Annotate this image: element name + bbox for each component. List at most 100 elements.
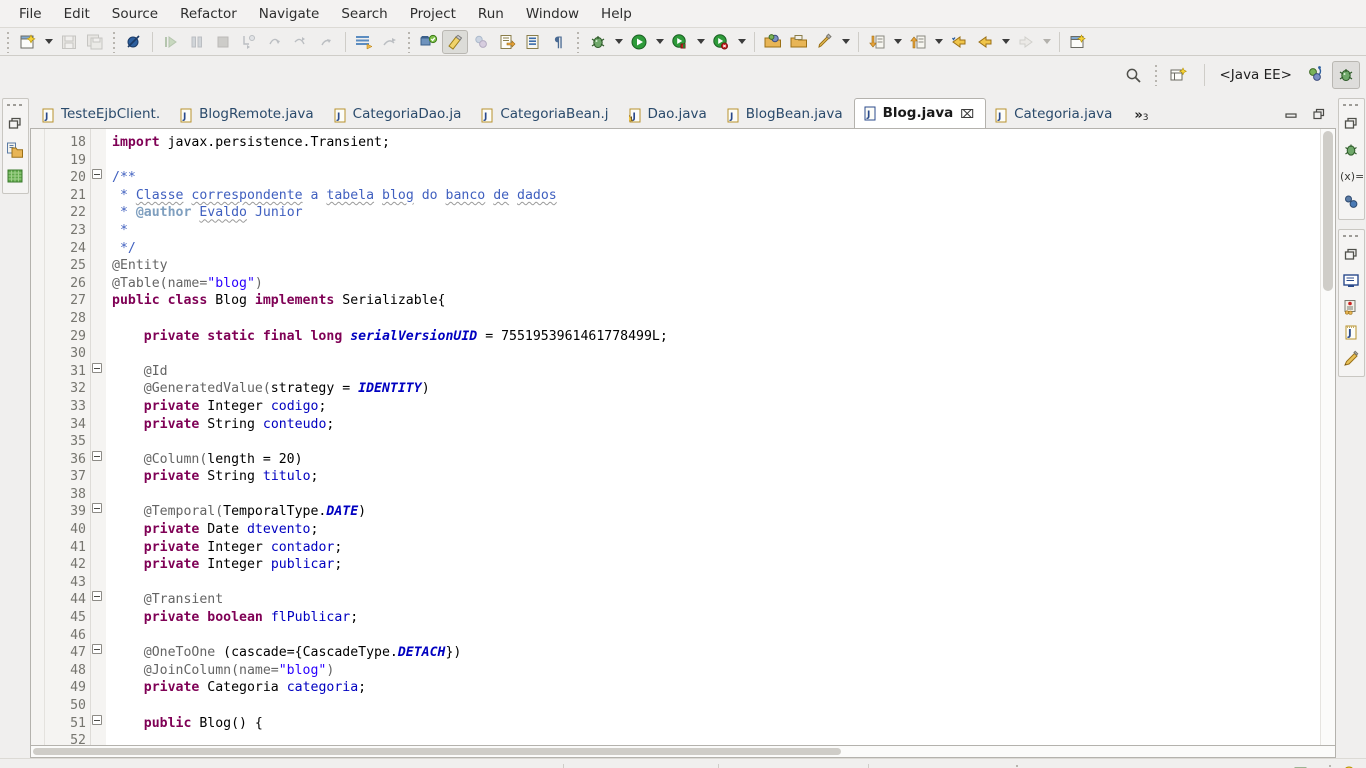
code-line[interactable]: private Integer codigo; bbox=[112, 398, 1320, 416]
back-dropdown-arrow[interactable] bbox=[998, 30, 1013, 54]
code-line[interactable]: private Integer publicar; bbox=[112, 556, 1320, 574]
code-line[interactable] bbox=[112, 486, 1320, 504]
code-line[interactable] bbox=[112, 697, 1320, 715]
debug-perspective-icon[interactable] bbox=[1332, 61, 1360, 89]
code-line[interactable]: * bbox=[112, 222, 1320, 240]
toggle-mark-occurrences-icon[interactable] bbox=[351, 30, 377, 54]
menu-item-navigate[interactable]: Navigate bbox=[248, 3, 331, 25]
last-edit-location-icon[interactable] bbox=[946, 30, 972, 54]
code-line[interactable]: @Id bbox=[112, 363, 1320, 381]
menu-item-help[interactable]: Help bbox=[590, 3, 643, 25]
menu-item-run[interactable]: Run bbox=[467, 3, 515, 25]
code-line[interactable] bbox=[112, 574, 1320, 592]
minimize-editor-icon[interactable] bbox=[1284, 107, 1298, 121]
next-annotation-icon[interactable] bbox=[864, 30, 890, 54]
fold-collapse-icon[interactable] bbox=[91, 503, 106, 521]
code-line[interactable]: @Table(name="blog") bbox=[112, 275, 1320, 293]
toggle-breadcrumb-icon[interactable] bbox=[442, 29, 468, 54]
open-file-icon[interactable] bbox=[786, 30, 812, 54]
code-line[interactable]: @GeneratedValue(strategy = IDENTITY) bbox=[112, 380, 1320, 398]
code-line[interactable] bbox=[112, 345, 1320, 363]
new-java-class-icon[interactable] bbox=[1065, 30, 1091, 54]
previous-annotation-icon[interactable] bbox=[905, 30, 931, 54]
folding-ruler[interactable] bbox=[91, 129, 106, 745]
status-grip-2[interactable] bbox=[1326, 764, 1335, 768]
code-line[interactable] bbox=[112, 310, 1320, 328]
code-line[interactable]: @Entity bbox=[112, 257, 1320, 275]
code-line[interactable]: private boolean flPublicar; bbox=[112, 609, 1320, 627]
back-icon[interactable] bbox=[972, 30, 998, 54]
fold-collapse-icon[interactable] bbox=[91, 644, 106, 662]
code-line[interactable] bbox=[112, 152, 1320, 170]
code-line[interactable]: @Temporal(TemporalType.DATE) bbox=[112, 503, 1320, 521]
run-as-server-icon[interactable] bbox=[667, 30, 693, 54]
toolbar-grip-2[interactable] bbox=[110, 30, 119, 53]
restore-icon[interactable] bbox=[1339, 111, 1364, 137]
code-line[interactable]: private String conteudo; bbox=[112, 416, 1320, 434]
code-line[interactable]: * @author Evaldo Junior bbox=[112, 204, 1320, 222]
open-task-icon[interactable] bbox=[494, 30, 520, 54]
code-line[interactable]: private static final long serialVersionU… bbox=[112, 328, 1320, 346]
build-errors-icon[interactable] bbox=[1293, 764, 1315, 768]
code-line[interactable]: private Categoria categoria; bbox=[112, 679, 1320, 697]
editor-tab-blogbean[interactable]: J BlogBean.java bbox=[718, 102, 854, 128]
editor-tab-categoriadao[interactable]: J CategoriaDao.ja bbox=[325, 102, 473, 128]
editor-tab-dao[interactable]: J! Dao.java bbox=[620, 102, 718, 128]
scrollbar-thumb-horizontal[interactable] bbox=[33, 748, 842, 755]
javadoc-view-icon[interactable]: J bbox=[1339, 320, 1364, 346]
code-line[interactable]: @Column(length = 20) bbox=[112, 451, 1320, 469]
menu-item-source[interactable]: Source bbox=[101, 3, 169, 25]
code-line[interactable]: private Integer contador; bbox=[112, 539, 1320, 557]
editor-tab-testeejbclient[interactable]: J TesteEjbClient. bbox=[33, 102, 171, 128]
fold-collapse-icon[interactable] bbox=[91, 714, 106, 733]
close-icon[interactable]: ⌧ bbox=[960, 108, 974, 120]
code-line[interactable] bbox=[112, 627, 1320, 645]
project-explorer-icon[interactable] bbox=[3, 137, 28, 163]
tab-overflow-chevron[interactable]: » 3 bbox=[1123, 108, 1157, 128]
menu-item-project[interactable]: Project bbox=[399, 3, 467, 25]
code-line[interactable]: import javax.persistence.Transient; bbox=[112, 134, 1320, 152]
toolbar-grip-4[interactable] bbox=[574, 30, 583, 53]
restore-icon[interactable] bbox=[1339, 242, 1364, 268]
open-resource-icon[interactable] bbox=[520, 30, 546, 54]
code-line[interactable]: private String titulo; bbox=[112, 468, 1320, 486]
editor-tab-blogremote[interactable]: J BlogRemote.java bbox=[171, 102, 325, 128]
code-line[interactable]: private Date dtevento; bbox=[112, 521, 1320, 539]
toolbar-grip[interactable] bbox=[4, 30, 13, 53]
menu-item-search[interactable]: Search bbox=[330, 3, 398, 25]
scrollbar-thumb[interactable] bbox=[1323, 131, 1333, 291]
servers-view-icon[interactable] bbox=[1339, 294, 1364, 320]
perspective-grip[interactable] bbox=[1151, 64, 1161, 86]
code-text[interactable]: import javax.persistence.Transient; /** … bbox=[106, 129, 1320, 745]
code-line[interactable]: public class Blog implements Serializabl… bbox=[112, 292, 1320, 310]
search-dropdown-arrow[interactable] bbox=[838, 30, 853, 54]
show-whitespace-pilcrow-icon[interactable]: ¶ bbox=[546, 30, 572, 54]
open-type-icon[interactable] bbox=[416, 30, 442, 54]
editor-tab-blog[interactable]: J Blog.java ⌧ bbox=[853, 98, 987, 128]
servers-icon[interactable] bbox=[3, 163, 28, 189]
annotation-ruler[interactable] bbox=[31, 129, 45, 745]
open-perspective-icon[interactable] bbox=[1165, 61, 1193, 89]
code-line[interactable]: @Transient bbox=[112, 591, 1320, 609]
code-line[interactable]: public Blog() { bbox=[112, 715, 1320, 733]
new-wizard-icon[interactable] bbox=[15, 30, 41, 54]
next-annotation-dropdown-arrow[interactable] bbox=[890, 30, 905, 54]
fold-collapse-icon[interactable] bbox=[91, 362, 106, 381]
fastview-grip[interactable] bbox=[1342, 233, 1360, 240]
toolbar-grip-3[interactable] bbox=[405, 30, 414, 53]
fold-collapse-icon[interactable] bbox=[91, 591, 106, 609]
code-line[interactable]: /** bbox=[112, 169, 1320, 187]
status-grip[interactable] bbox=[1013, 764, 1022, 768]
fastview-grip[interactable] bbox=[6, 102, 24, 109]
tip-lightbulb-icon[interactable] bbox=[1340, 764, 1358, 768]
code-line[interactable] bbox=[112, 433, 1320, 451]
search-references-icon[interactable] bbox=[812, 30, 838, 54]
debug-dropdown-arrow[interactable] bbox=[611, 30, 626, 54]
code-line[interactable]: * Classe correspondente a tabela blog do… bbox=[112, 187, 1320, 205]
menu-item-edit[interactable]: Edit bbox=[53, 3, 101, 25]
code-line[interactable]: @OneToOne (cascade={CascadeType.DETACH}) bbox=[112, 644, 1320, 662]
restore-icon[interactable] bbox=[3, 111, 28, 137]
editor-horizontal-scrollbar[interactable] bbox=[30, 746, 1336, 758]
console-view-icon[interactable] bbox=[1339, 268, 1364, 294]
menu-item-file[interactable]: File bbox=[8, 3, 53, 25]
